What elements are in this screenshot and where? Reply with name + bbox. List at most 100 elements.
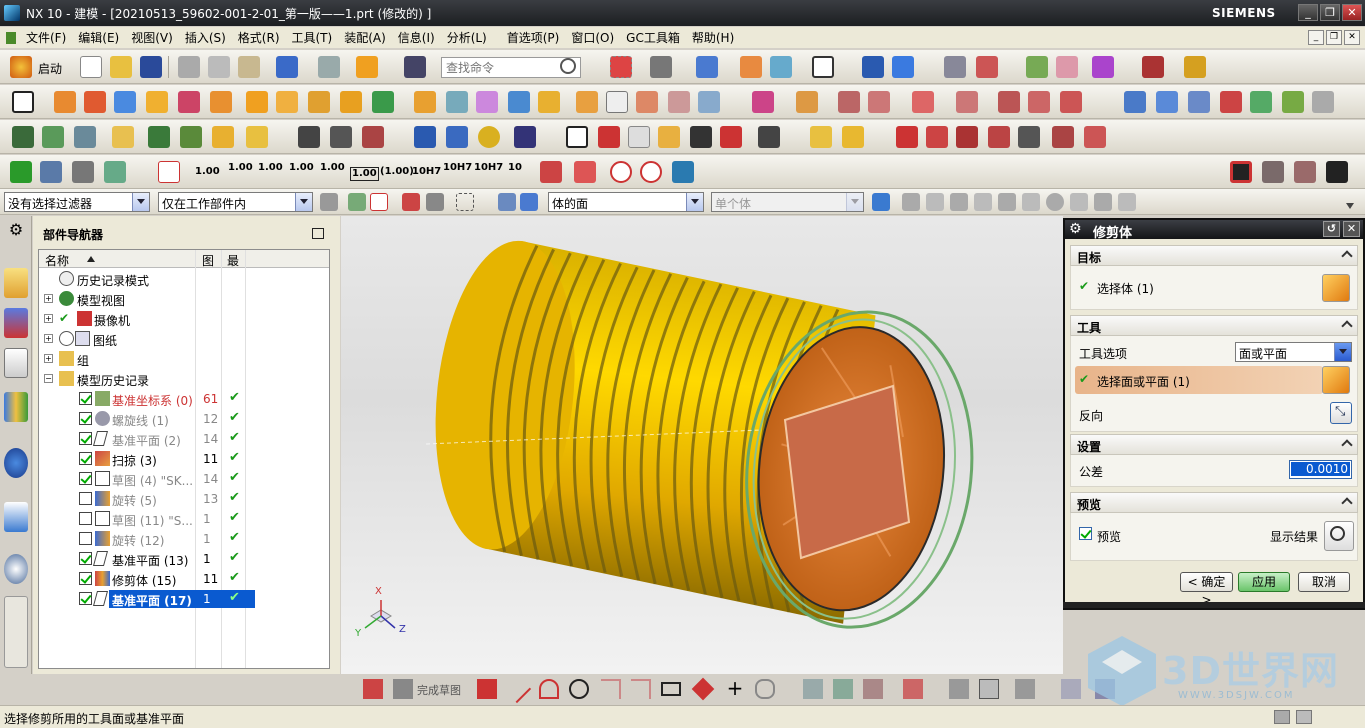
offset-face-icon[interactable] [508,91,530,113]
resource-settings-icon[interactable]: ⚙ [4,220,28,244]
edit-object-icon[interactable] [1026,56,1048,78]
chamfer-icon[interactable] [631,679,651,699]
filter-reset-icon[interactable] [320,193,338,211]
dialog-gear-icon[interactable]: ⚙ [1069,221,1082,237]
doc-close-button[interactable]: ✕ [1344,30,1360,45]
snap-view-icon[interactable] [862,56,884,78]
mirror-face-icon[interactable] [1028,91,1050,113]
fillet-curve-icon[interactable] [988,126,1010,148]
dialog-close-icon[interactable]: ✕ [1343,221,1360,237]
toolbar-overflow-icon[interactable] [1346,203,1354,209]
snap-center-icon[interactable] [1046,193,1064,211]
part-navigator-tab-icon[interactable] [4,348,28,378]
reverse-direction-button[interactable]: ⤡ [1330,402,1352,424]
mirror-feature-icon[interactable] [698,91,720,113]
wcs-icon[interactable] [976,56,998,78]
tree-row-model-views[interactable]: + 模型视图 [39,289,329,309]
maximize-icon[interactable] [312,228,324,239]
section-target[interactable]: 目标 [1070,245,1358,266]
render-style-icon[interactable] [696,56,718,78]
line-icon[interactable] [502,674,532,704]
select-face-button[interactable] [1322,366,1350,394]
menu-file[interactable]: 文件(F) [20,29,72,46]
move-face-icon[interactable] [796,91,818,113]
sphere-icon[interactable] [210,91,232,113]
record-icon[interactable] [1230,161,1252,183]
snap-intersection-icon[interactable] [974,193,992,211]
surface-more-icon[interactable] [1312,91,1334,113]
tree-row-revolve-12[interactable]: 旋转 (12) 1 ✔ [39,529,329,549]
show-result-button[interactable] [1324,521,1354,551]
resize-blend-icon[interactable] [956,91,978,113]
menu-preferences[interactable]: 首选项(P) [501,29,566,46]
dim-nominal[interactable]: 1.00 [195,167,220,177]
snap-existing-point-icon[interactable] [1070,193,1088,211]
boss-icon[interactable] [276,91,298,113]
select-body-button[interactable] [1322,274,1350,302]
dim-limit[interactable]: 1.00 [289,163,314,173]
revolve-icon[interactable] [84,91,106,113]
view-orient-icon[interactable] [650,56,672,78]
model-check-icon[interactable] [40,161,62,183]
dim-unilateral[interactable]: 1.00 [258,163,283,173]
menu-format[interactable]: 格式(R) [232,29,286,46]
face-rule-dropdown[interactable]: 体的面 [548,192,704,212]
grid-icon[interactable] [628,126,650,148]
layer-icon[interactable] [42,126,64,148]
circle-icon[interactable] [569,679,589,699]
expand-icon[interactable]: + [44,334,53,343]
surface-mesh-icon[interactable] [1124,91,1146,113]
snap-midpoint-icon[interactable] [926,193,944,211]
dimension-style-icon[interactable] [158,161,180,183]
pattern-face-icon[interactable] [998,91,1020,113]
snap-control-icon[interactable] [950,193,968,211]
tree-row-history-mode[interactable]: 历史记录模式 [39,269,329,289]
dim-fit[interactable]: 10H7 [412,167,441,177]
collapse-chevron-icon[interactable] [1341,497,1353,509]
visibility-checkbox[interactable] [79,412,92,425]
menu-insert[interactable]: 插入(S) [179,29,232,46]
intersect-curve-icon[interactable] [1084,126,1106,148]
menu-edit[interactable]: 编辑(E) [72,29,125,46]
reuse-library-tab-icon[interactable] [4,392,28,422]
rectangle-icon[interactable] [661,682,681,696]
visibility-checkbox[interactable] [79,472,92,485]
visibility-checkbox[interactable] [79,492,92,505]
select-icon[interactable] [1092,56,1114,78]
menu-assembly[interactable]: 装配(A) [338,29,392,46]
ok-button[interactable]: < 确定 > [1180,572,1233,607]
visibility-checkbox[interactable] [79,512,92,525]
split-body-icon[interactable] [476,91,498,113]
assembly-icon[interactable] [74,126,96,148]
expand-icon[interactable]: + [44,354,53,363]
point-set-icon[interactable] [12,126,34,148]
dim-basic[interactable]: 1.00 [350,167,379,181]
sketch-task-icon[interactable] [363,679,383,699]
pmi-icon[interactable] [298,126,320,148]
arc-icon[interactable] [926,126,948,148]
ruler-icon[interactable] [362,126,384,148]
redo-icon[interactable] [318,56,340,78]
dim-bilateral[interactable]: 1.00 [228,163,253,173]
through-curves-icon[interactable] [1156,91,1178,113]
delete-face-icon[interactable] [838,91,860,113]
spline-icon[interactable] [956,126,978,148]
section-icon[interactable] [330,126,352,148]
collapse-chevron-icon[interactable] [1341,250,1353,262]
menu-view[interactable]: 视图(V) [125,29,179,46]
fit-symbol-icon[interactable] [758,126,780,148]
reset-icon[interactable]: ↺ [1323,221,1340,237]
tree-row-groups[interactable]: + 组 [39,349,329,369]
status-icon-2[interactable] [1296,710,1312,724]
dim-fit-limits[interactable]: 10H7 [443,163,472,173]
start-button-label[interactable]: 启动 [38,60,62,77]
check-mate-icon[interactable] [72,161,94,183]
tree-row-drawings[interactable]: + 图纸 [39,329,329,349]
replace-face-icon[interactable] [868,91,890,113]
visibility-checkbox[interactable] [79,592,92,605]
command-finder-icon[interactable] [404,56,426,78]
tag-icon[interactable] [112,126,134,148]
annotate-icon[interactable] [540,161,562,183]
fit-view-icon[interactable] [610,56,632,78]
triangle-icon[interactable] [566,126,588,148]
